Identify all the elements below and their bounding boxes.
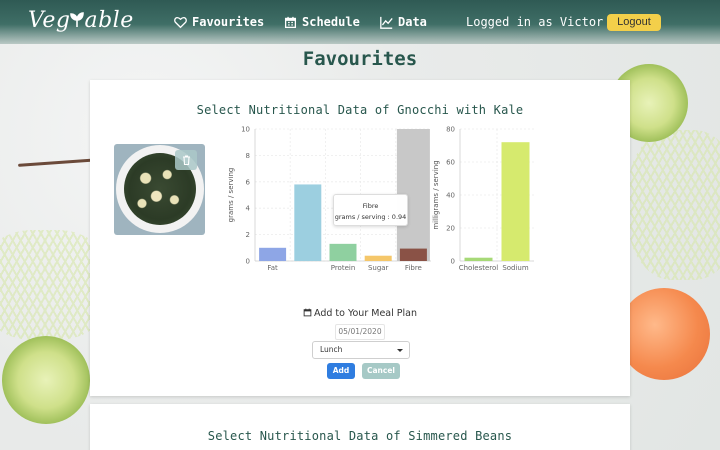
nav-schedule-label: Schedule [302, 15, 360, 29]
nav-data[interactable]: Data [380, 15, 427, 29]
add-button[interactable]: Add [327, 363, 355, 379]
delete-favourite-button[interactable] [175, 150, 197, 170]
meal-plan-label: Add to Your Meal Plan [90, 308, 630, 319]
y-tick-label: 80 [446, 126, 455, 134]
x-tick-label: Sugar [368, 264, 389, 272]
nav-schedule[interactable]: Schedule [284, 15, 360, 29]
bar [294, 184, 322, 261]
logged-in-text: Logged in as Victor [466, 15, 604, 29]
chart-tooltip: Fibre grams / serving : 0.94 [333, 194, 408, 226]
tooltip-title: Fibre [362, 202, 379, 210]
y-tick-label: 40 [446, 192, 455, 200]
brand-name-right: able [84, 8, 134, 33]
heart-icon [174, 16, 187, 28]
background-orange [618, 288, 710, 380]
nav-favourites[interactable]: Favourites [174, 15, 264, 29]
bar [464, 257, 493, 261]
y-axis-label: milligrams / serving [432, 160, 440, 229]
recipe-card: Select Nutritional Data of Simmered Bean… [90, 404, 630, 450]
nav-data-label: Data [398, 15, 427, 29]
date-input[interactable]: 05/01/2020 [335, 324, 385, 340]
y-tick-label: 8 [246, 152, 250, 160]
tooltip-value: grams / serving : 0.94 [334, 213, 407, 221]
page-title: Favourites [302, 48, 418, 70]
y-tick-label: 2 [246, 231, 250, 239]
y-tick-label: 20 [446, 225, 455, 233]
caret-down-icon [397, 349, 403, 352]
x-tick-label: Cholesterol [459, 264, 499, 272]
brand-name-left: Veg [28, 8, 71, 33]
recipe-card-title: Select Nutritional Data of Gnocchi with … [196, 103, 524, 117]
sprout-icon [70, 12, 85, 27]
y-tick-label: 4 [246, 205, 251, 213]
milligrams-bar-chart: 0 20 40 60 80 milligrams / serving Cholesterol… [432, 126, 534, 272]
calendar-icon [303, 308, 312, 317]
recipe-card-title: Select Nutritional Data of Simmered Bean… [207, 429, 513, 443]
logout-button[interactable]: Logout [607, 14, 661, 31]
x-tick-label: Fibre [405, 264, 422, 272]
y-tick-label: 10 [241, 126, 250, 134]
cancel-button[interactable]: Cancel [362, 363, 400, 379]
background-lime [2, 336, 90, 424]
y-tick-label: 6 [246, 178, 251, 186]
brand-logo[interactable]: Veg able [28, 8, 134, 33]
trash-icon [182, 155, 190, 165]
y-axis-label: grams / serving [228, 168, 235, 223]
bar [501, 142, 530, 261]
bar [329, 243, 357, 261]
x-tick-label: Sodium [502, 264, 529, 272]
bar [399, 248, 427, 261]
line-chart-icon [380, 16, 393, 29]
meal-plan-label-text: Add to Your Meal Plan [313, 308, 417, 319]
meal-select-value: Lunch [320, 345, 343, 354]
bar [364, 255, 392, 261]
nav-favourites-label: Favourites [192, 15, 265, 29]
bar [259, 247, 287, 261]
background-mesh [628, 130, 720, 280]
top-navbar: Veg able Favourites Schedule Data Logged … [0, 0, 720, 44]
meal-select[interactable]: Lunch [312, 341, 410, 359]
y-tick-label: 0 [246, 258, 250, 266]
recipe-card: Select Nutritional Data of Gnocchi with … [90, 80, 630, 396]
x-tick-label: Protein [331, 264, 356, 272]
calendar-icon [284, 16, 297, 28]
y-tick-label: 60 [446, 159, 455, 167]
x-tick-label: Fat [267, 264, 278, 272]
y-tick-label: 0 [451, 258, 455, 266]
